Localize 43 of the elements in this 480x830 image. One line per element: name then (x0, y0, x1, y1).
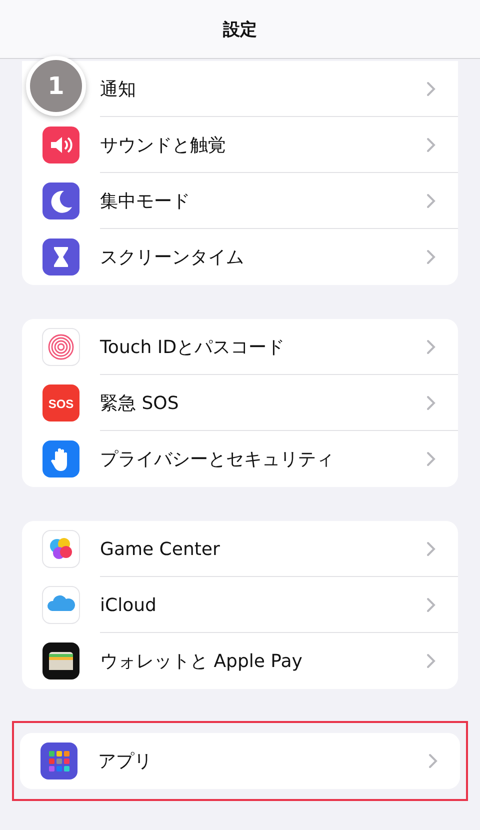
chevron-icon (428, 753, 438, 769)
settings-row[interactable]: プライバシーとセキュリティ (22, 431, 458, 487)
settings-row[interactable]: 集中モード (22, 173, 458, 229)
focus-icon (42, 182, 80, 220)
settings-row[interactable]: Touch IDとパスコード (22, 319, 458, 375)
settings-row[interactable]: スクリーンタイム (22, 229, 458, 285)
touch-id-icon (42, 328, 80, 366)
settings-row[interactable]: サウンドと触覚 (22, 117, 458, 173)
row-label: サウンドと触覚 (100, 134, 227, 157)
sos-icon: SOS (42, 384, 80, 422)
wallet-icon (42, 642, 80, 680)
chevron-icon (426, 597, 436, 613)
row-label: 緊急 SOS (100, 392, 180, 415)
icloud-icon (42, 586, 80, 624)
row-label: 通知 (100, 78, 137, 101)
row-label: iCloud (100, 594, 158, 616)
apps-icon (40, 742, 78, 780)
game-center-icon (42, 530, 80, 568)
screen-time-icon (42, 238, 80, 276)
row-label: Touch IDとパスコード (100, 336, 286, 359)
chevron-icon (426, 249, 436, 265)
chevron-icon (426, 339, 436, 355)
settings-row[interactable]: Game Center (22, 521, 458, 577)
screen-title: 設定 (223, 18, 257, 40)
chevron-icon (426, 395, 436, 411)
row-label: アプリ (98, 750, 153, 773)
settings-row[interactable]: iCloud (22, 577, 458, 633)
row-label: Game Center (100, 538, 221, 560)
sound-icon (42, 126, 80, 164)
row-label: プライバシーとセキュリティ (100, 448, 335, 471)
privacy-icon (42, 440, 80, 478)
chevron-icon (426, 653, 436, 669)
chevron-icon (426, 451, 436, 467)
settings-row[interactable]: ウォレットと Apple Pay (22, 633, 458, 689)
chevron-icon (426, 193, 436, 209)
row-label: ウォレットと Apple Pay (100, 650, 304, 673)
chevron-icon (426, 81, 436, 97)
row-label: 集中モード (100, 190, 191, 213)
chevron-icon (426, 137, 436, 153)
settings-row[interactable]: SOS 緊急 SOS (22, 375, 458, 431)
row-label: スクリーンタイム (100, 246, 245, 269)
chevron-icon (426, 541, 436, 557)
settings-row[interactable]: アプリ (20, 733, 460, 789)
